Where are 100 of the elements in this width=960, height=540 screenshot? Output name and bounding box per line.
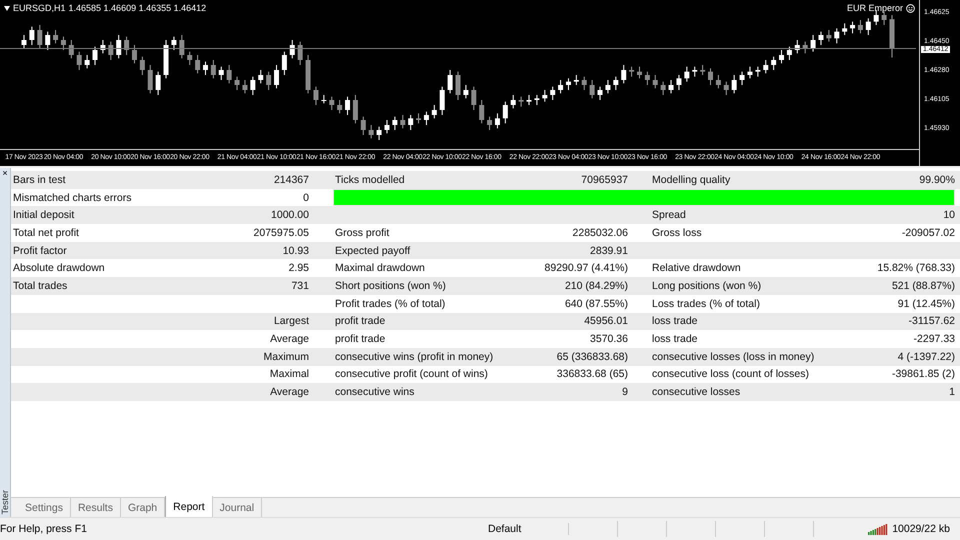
candlestick bbox=[92, 46, 98, 66]
candlestick bbox=[242, 80, 248, 94]
candlestick bbox=[345, 96, 350, 116]
row-label: Bars in test bbox=[12, 174, 67, 186]
candlestick bbox=[566, 78, 571, 90]
row-label: Mismatched charts errors bbox=[12, 192, 132, 204]
row-label: Loss trades (% of total) bbox=[651, 298, 761, 310]
row-label: Absolute drawdown bbox=[12, 262, 106, 274]
panel-title: Tester bbox=[0, 489, 10, 517]
candlestick bbox=[644, 71, 650, 86]
candlestick bbox=[834, 28, 840, 44]
candlestick bbox=[298, 41, 303, 66]
row-label: consecutive wins bbox=[334, 386, 416, 398]
row-label: Modelling quality bbox=[651, 174, 732, 186]
candlestick bbox=[740, 71, 745, 86]
candlestick bbox=[471, 86, 476, 110]
candlestick bbox=[826, 30, 832, 42]
candlestick bbox=[534, 94, 540, 106]
candlestick bbox=[313, 86, 318, 106]
candlestick bbox=[732, 74, 737, 94]
row-label: consecutive losses bbox=[651, 386, 742, 398]
candlestick bbox=[76, 51, 82, 70]
tab[interactable]: Report bbox=[165, 496, 213, 517]
row-value: 210 (84.29%) bbox=[564, 280, 629, 292]
candlestick bbox=[408, 114, 414, 130]
candlestick bbox=[708, 68, 714, 86]
candlestick bbox=[818, 31, 824, 46]
candlestick bbox=[700, 64, 706, 76]
candlestick bbox=[526, 94, 532, 106]
candlestick bbox=[850, 21, 856, 34]
candlestick bbox=[858, 20, 863, 34]
row-label: Total trades bbox=[12, 280, 68, 292]
row-label: consecutive loss (count of losses) bbox=[651, 368, 810, 380]
candlestick bbox=[518, 96, 524, 108]
candlestick bbox=[574, 74, 579, 86]
candlestick bbox=[502, 101, 508, 124]
candlestick bbox=[360, 116, 366, 136]
candlestick bbox=[282, 51, 287, 76]
row-value: Average bbox=[269, 386, 310, 398]
row-value: 65 (336833.68) bbox=[556, 350, 629, 363]
candlestick bbox=[487, 116, 492, 130]
row-label: consecutive losses (loss in money) bbox=[651, 350, 816, 363]
row-label: Profit trades (% of total) bbox=[334, 298, 446, 310]
status-help-text: For Help, press F1 bbox=[0, 523, 88, 535]
row-label: consecutive wins (profit in money) bbox=[334, 350, 494, 363]
candlestick bbox=[676, 74, 682, 90]
candlestick bbox=[124, 36, 130, 56]
candlestick bbox=[218, 66, 224, 80]
candlestick bbox=[258, 70, 264, 84]
candlestick bbox=[763, 60, 768, 74]
candlestick bbox=[786, 46, 792, 60]
candlestick bbox=[37, 24, 42, 49]
row-label: Gross loss bbox=[651, 226, 703, 239]
candlestick bbox=[376, 126, 382, 140]
row-value: 89290.97 (4.41%) bbox=[544, 262, 629, 274]
candlestick bbox=[400, 114, 406, 129]
candlestick bbox=[210, 60, 216, 79]
ohlc-values: 1.46585 1.46609 1.46355 1.46412 bbox=[68, 3, 206, 13]
candlestick bbox=[68, 40, 74, 59]
candlestick bbox=[156, 71, 161, 96]
candlestick bbox=[29, 26, 34, 46]
row-value: -2297.33 bbox=[912, 333, 956, 346]
row-value: 1000.00 bbox=[270, 209, 310, 222]
row-value: -39861.85 (2) bbox=[890, 368, 956, 380]
candlestick bbox=[179, 34, 184, 59]
row-label: Relative drawdown bbox=[651, 262, 742, 274]
candlestick bbox=[779, 50, 784, 64]
candlestick bbox=[802, 41, 808, 54]
signal-bars-icon bbox=[868, 523, 888, 535]
row-label: Gross profit bbox=[334, 226, 390, 239]
candlestick bbox=[542, 90, 548, 102]
row-value: 2075975.05 bbox=[252, 226, 310, 239]
candlestick bbox=[116, 34, 122, 59]
candlestick bbox=[652, 74, 658, 89]
candlestick bbox=[684, 66, 690, 82]
candlestick bbox=[195, 54, 200, 74]
candlestick bbox=[866, 18, 871, 36]
row-value: Largest bbox=[272, 315, 310, 328]
row-value: Average bbox=[269, 333, 310, 346]
candlestick bbox=[140, 56, 145, 76]
row-value: 731 bbox=[290, 280, 310, 292]
row-value: 15.82% (768.33) bbox=[876, 262, 956, 274]
caret-icon[interactable] bbox=[4, 6, 10, 10]
row-label: Long positions (won %) bbox=[651, 280, 762, 292]
candlestick bbox=[747, 66, 752, 79]
row-value: 640 (87.55%) bbox=[564, 298, 629, 310]
candlestick bbox=[148, 64, 153, 94]
row-value: 2.95 bbox=[288, 262, 310, 274]
candlestick bbox=[368, 124, 374, 139]
candlestick bbox=[755, 66, 760, 78]
candlestick bbox=[132, 44, 137, 64]
candlestick bbox=[810, 34, 816, 52]
traffic-text: 10029/22 kb bbox=[892, 523, 950, 535]
row-value: 2285032.06 bbox=[572, 226, 629, 239]
close-icon[interactable]: × bbox=[2, 168, 8, 178]
row-value: 336833.68 (65) bbox=[556, 368, 629, 380]
row-label: Total net profit bbox=[12, 226, 80, 239]
candlestick bbox=[226, 64, 232, 84]
candlestick bbox=[582, 76, 587, 90]
candlestick bbox=[22, 34, 26, 49]
